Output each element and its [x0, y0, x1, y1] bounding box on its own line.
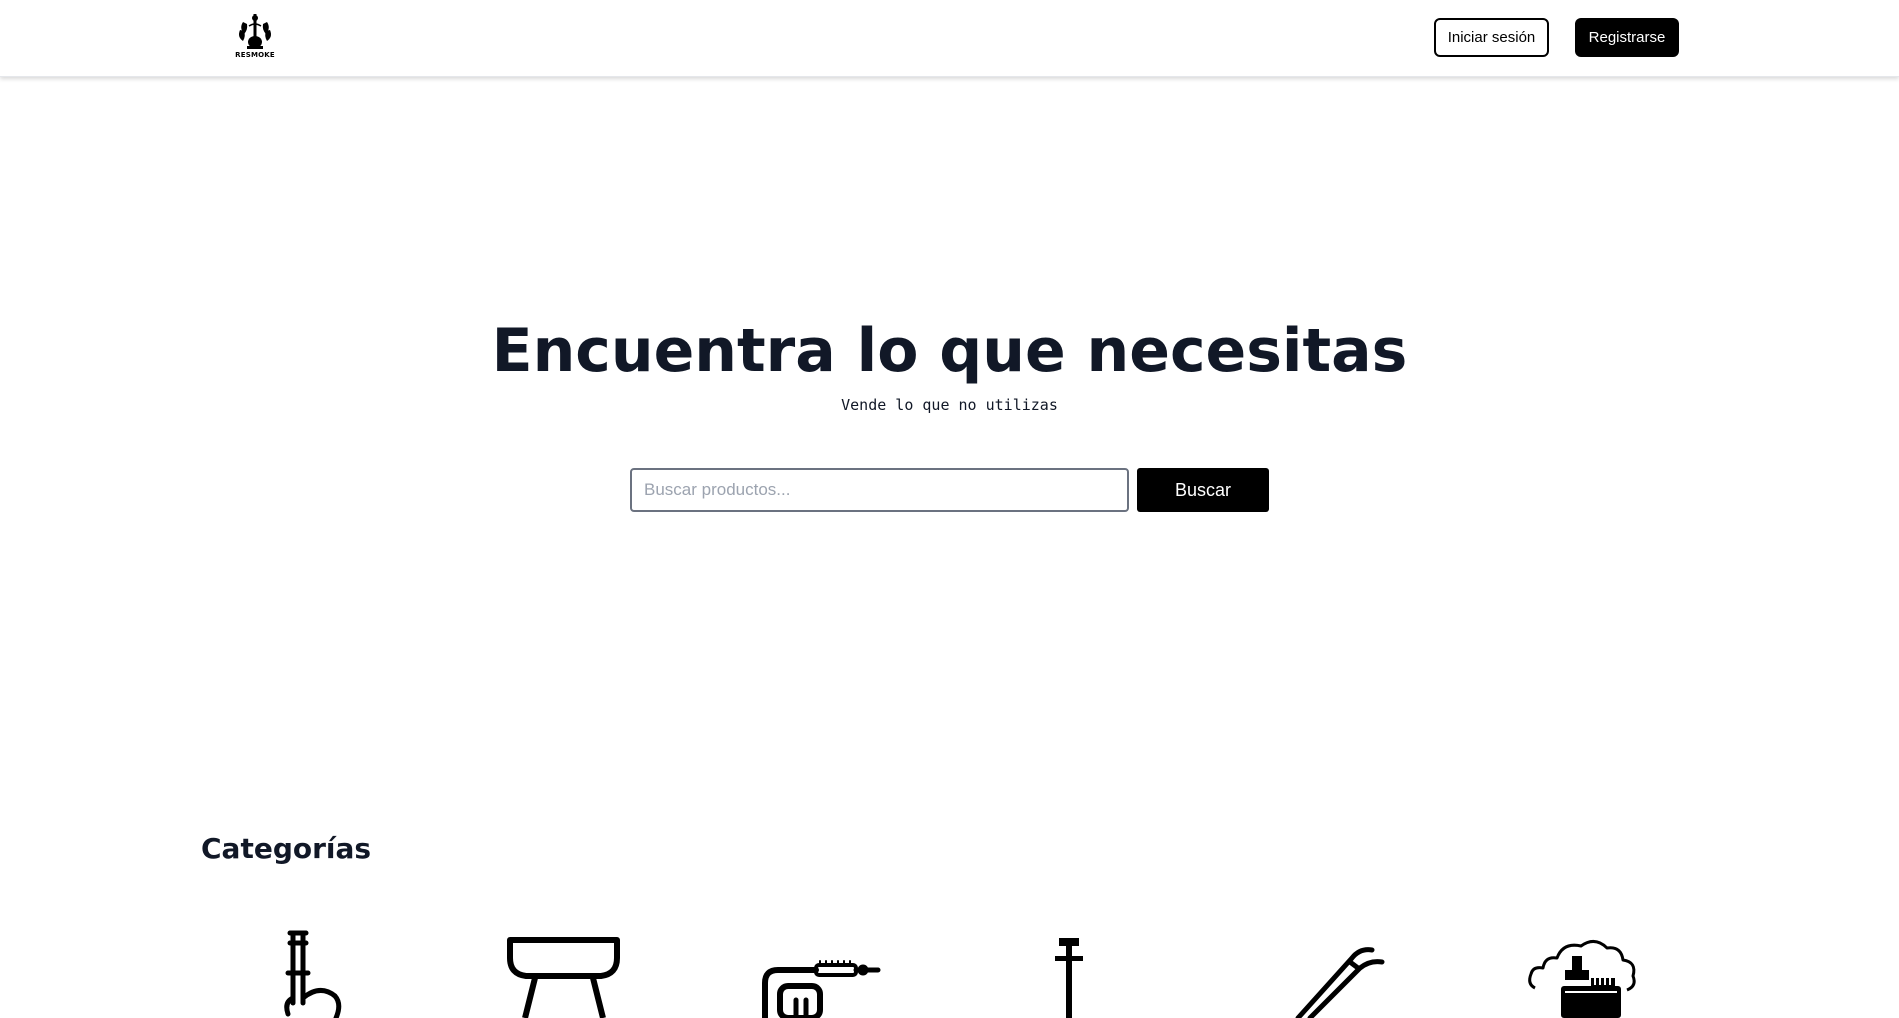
hero-title: Encuentra lo que necesitas	[491, 316, 1408, 386]
bowl-icon	[507, 937, 620, 1018]
site-header: RESMOKE Iniciar sesión Registrarse	[0, 0, 1899, 77]
category-bowl[interactable]	[505, 928, 635, 1018]
stem-icon	[1055, 938, 1083, 1018]
category-stem[interactable]	[1015, 928, 1145, 1018]
hookah-logo-icon	[239, 14, 271, 49]
login-button[interactable]: Iniciar sesión	[1434, 18, 1549, 57]
hero-subtitle: Vende lo que no utilizas	[841, 396, 1058, 414]
search-input[interactable]	[630, 468, 1129, 512]
smoke-accessories-icon	[1528, 940, 1636, 1018]
hose-icon	[762, 960, 881, 1018]
hookah-icon	[284, 930, 342, 1018]
category-tongs[interactable]	[1270, 928, 1400, 1018]
logo-text: RESMOKE	[235, 51, 275, 59]
resmoke-logo[interactable]: RESMOKE	[232, 12, 278, 60]
category-hose[interactable]	[760, 928, 890, 1018]
tongs-icon	[1295, 947, 1385, 1018]
register-button[interactable]: Registrarse	[1575, 18, 1679, 57]
category-accessories[interactable]	[1525, 928, 1655, 1018]
search-button[interactable]: Buscar	[1137, 468, 1269, 512]
category-hookah[interactable]	[250, 928, 380, 1018]
categories-title: Categorías	[201, 832, 372, 865]
